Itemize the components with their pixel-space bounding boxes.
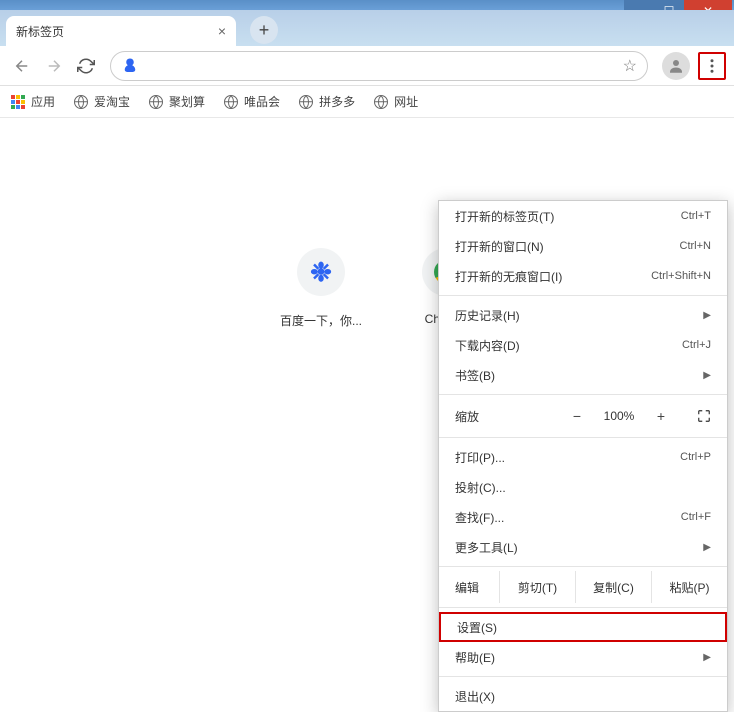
toolbar: ☆ (0, 46, 734, 86)
arrow-right-icon (45, 57, 63, 75)
baidu-icon: ❉ (310, 257, 332, 288)
fullscreen-icon[interactable] (697, 409, 711, 423)
zoom-in-button[interactable]: + (653, 408, 669, 424)
menu-incognito[interactable]: 打开新的无痕窗口(I)Ctrl+Shift+N (439, 261, 727, 291)
menu-separator (439, 676, 727, 677)
tab-strip: 新标签页 × + (0, 10, 734, 46)
menu-separator (439, 437, 727, 438)
menu-new-tab[interactable]: 打开新的标签页(T)Ctrl+T (439, 201, 727, 231)
url-input[interactable] (147, 58, 623, 73)
main-menu-button[interactable] (698, 52, 726, 80)
bookmark-item[interactable]: 爱淘宝 (73, 93, 130, 110)
new-tab-button[interactable]: + (250, 16, 278, 44)
window-titlebar: ─ ☐ ✕ (0, 0, 734, 10)
menu-print[interactable]: 打印(P)...Ctrl+P (439, 442, 727, 472)
menu-find[interactable]: 查找(F)...Ctrl+F (439, 502, 727, 532)
close-tab-icon[interactable]: × (218, 23, 226, 39)
menu-copy[interactable]: 复制(C) (575, 571, 651, 603)
zoom-out-button[interactable]: − (569, 408, 585, 424)
reload-icon (77, 57, 95, 75)
menu-separator (439, 295, 727, 296)
apps-shortcut[interactable]: 应用 (10, 93, 55, 110)
shortcut-icon: ❉ (297, 248, 345, 296)
main-menu-popup: 打开新的标签页(T)Ctrl+T 打开新的窗口(N)Ctrl+N 打开新的无痕窗… (438, 200, 728, 712)
menu-settings[interactable]: 设置(S) (439, 612, 727, 642)
kebab-menu-icon (703, 57, 721, 75)
globe-icon (224, 95, 238, 109)
arrow-left-icon (13, 57, 31, 75)
globe-icon (149, 95, 163, 109)
profile-button[interactable] (662, 52, 690, 80)
menu-edit-row: 编辑 剪切(T) 复制(C) 粘贴(P) (439, 571, 727, 603)
search-engine-icon (121, 57, 139, 75)
apps-grid-icon (11, 95, 25, 109)
apps-label: 应用 (31, 93, 55, 110)
menu-more-tools[interactable]: 更多工具(L)▶ (439, 532, 727, 562)
back-button[interactable] (8, 52, 36, 80)
globe-icon (299, 95, 313, 109)
chevron-right-icon: ▶ (703, 542, 711, 553)
bookmark-item[interactable]: 拼多多 (298, 93, 355, 110)
address-bar[interactable]: ☆ (110, 51, 648, 81)
bookmark-item[interactable]: 唯品会 (223, 93, 280, 110)
bookmark-item[interactable]: 聚划算 (148, 93, 205, 110)
menu-separator (439, 394, 727, 395)
menu-new-window[interactable]: 打开新的窗口(N)Ctrl+N (439, 231, 727, 261)
globe-icon (74, 95, 88, 109)
bookmark-star-icon[interactable]: ☆ (623, 56, 637, 76)
bookmarks-bar: 应用 爱淘宝 聚划算 唯品会 拼多多 网址 (0, 86, 734, 118)
ntp-shortcut[interactable]: ❉ 百度一下，你... (280, 248, 362, 329)
menu-downloads[interactable]: 下载内容(D)Ctrl+J (439, 330, 727, 360)
chevron-right-icon: ▶ (703, 370, 711, 381)
menu-paste[interactable]: 粘贴(P) (651, 571, 727, 603)
forward-button[interactable] (40, 52, 68, 80)
browser-tab[interactable]: 新标签页 × (6, 16, 236, 46)
zoom-value: 100% (599, 409, 639, 423)
menu-separator (439, 607, 727, 608)
menu-bookmarks[interactable]: 书签(B)▶ (439, 360, 727, 390)
tab-title: 新标签页 (16, 23, 64, 40)
reload-button[interactable] (72, 52, 100, 80)
chevron-right-icon: ▶ (703, 652, 711, 663)
page-content: ❉ 百度一下，你... Chrome 打开新的标签页(T)Ctrl+T 打开新的… (0, 118, 734, 628)
person-icon (667, 57, 685, 75)
menu-separator (439, 566, 727, 567)
menu-cast[interactable]: 投射(C)... (439, 472, 727, 502)
bookmark-item[interactable]: 网址 (373, 93, 418, 110)
chevron-right-icon: ▶ (703, 310, 711, 321)
menu-help[interactable]: 帮助(E)▶ (439, 642, 727, 672)
menu-exit[interactable]: 退出(X) (439, 681, 727, 711)
menu-cut[interactable]: 剪切(T) (499, 571, 575, 603)
globe-icon (374, 95, 388, 109)
menu-zoom: 缩放 − 100% + (439, 399, 727, 433)
shortcut-label: 百度一下，你... (280, 312, 362, 329)
menu-history[interactable]: 历史记录(H)▶ (439, 300, 727, 330)
